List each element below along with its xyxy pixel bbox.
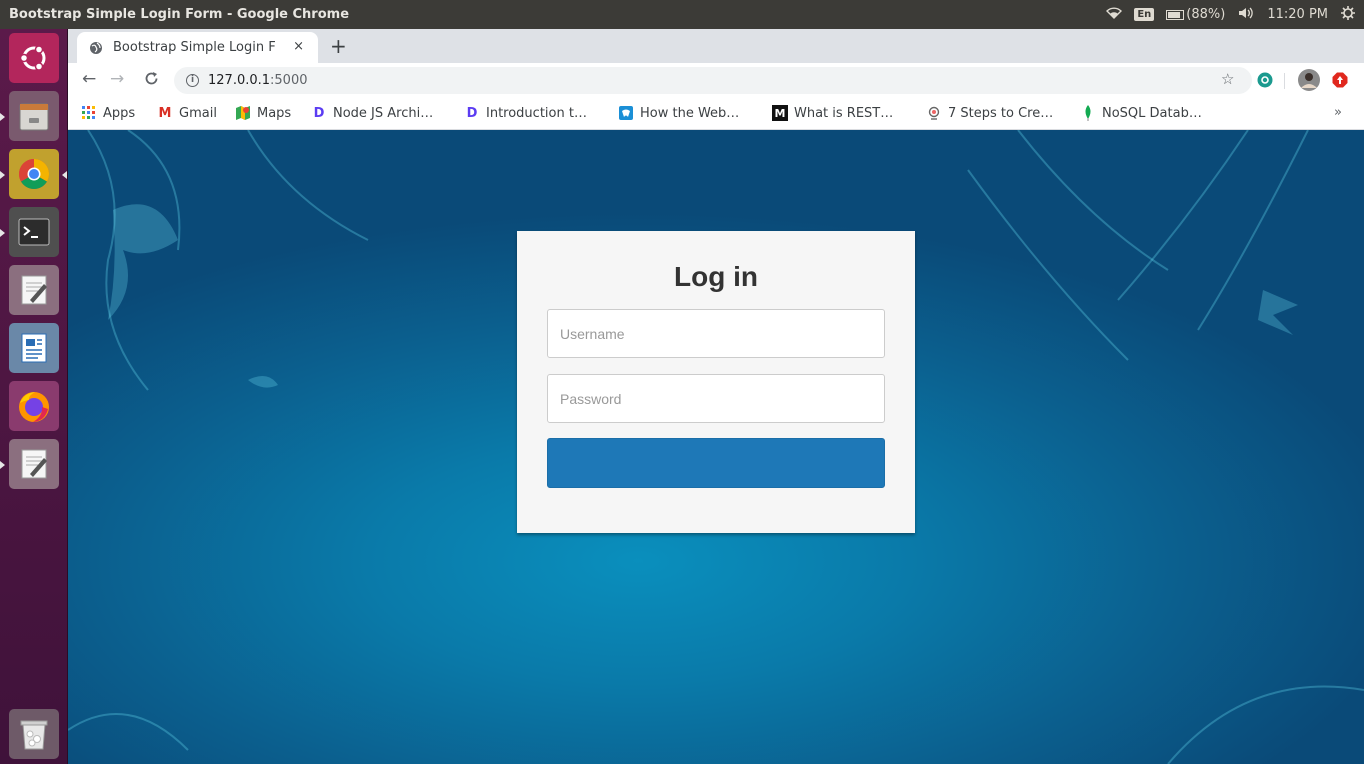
bookmark-label: What is REST… (794, 105, 894, 121)
bookmark-label: How the Web… (640, 105, 740, 121)
keyboard-layout-indicator[interactable]: En (1134, 8, 1155, 21)
bookmark-label: Apps (103, 105, 136, 121)
bookmark-label: 7 Steps to Cre… (948, 105, 1054, 121)
running-indicator (0, 461, 5, 469)
battery-icon (1166, 9, 1185, 20)
running-indicator (0, 229, 5, 237)
browser-toolbar: ← → i 127.0.0.1:5000 ☆ (68, 63, 1364, 98)
battery-indicator[interactable]: (88%) (1166, 7, 1225, 22)
battery-percent: (88%) (1186, 7, 1226, 22)
extension-icon[interactable] (1257, 72, 1273, 92)
libreoffice-writer-icon (21, 333, 47, 363)
volume-icon[interactable] (1237, 6, 1255, 24)
tab-strip: Bootstrap Simple Login F × + (68, 29, 1364, 63)
site-icon (618, 105, 634, 121)
text-editor-icon (21, 449, 47, 479)
launcher-firefox-button[interactable] (9, 381, 59, 431)
ubuntu-logo-icon (19, 45, 46, 71)
launcher-text-editor-button[interactable] (9, 265, 59, 315)
reload-icon[interactable] (144, 69, 159, 91)
bookmark-star-icon[interactable]: ☆ (1221, 70, 1234, 88)
bookmark-label: NoSQL Datab… (1102, 105, 1202, 121)
login-submit-button[interactable] (547, 438, 885, 488)
bookmark-apps[interactable]: Apps (81, 105, 135, 121)
tab-close-icon[interactable]: × (293, 39, 304, 54)
new-tab-button[interactable]: + (330, 34, 347, 58)
maps-icon (235, 105, 251, 121)
firefox-icon (19, 392, 49, 422)
page-background: Log in (68, 130, 1364, 764)
url-port: :5000 (270, 73, 308, 88)
medium-icon: M (772, 105, 788, 121)
bookmark-label: Introduction t… (486, 105, 587, 121)
tab-title: Bootstrap Simple Login F (113, 40, 276, 55)
url-host: 127.0.0.1 (208, 73, 271, 88)
browser-window: Bootstrap Simple Login F × + ← → i 127.0… (68, 29, 1364, 764)
back-arrow-icon[interactable]: ← (82, 69, 96, 89)
username-input[interactable] (547, 309, 885, 358)
gmail-icon: M (158, 105, 172, 121)
bookmark-7-steps[interactable]: 7 Steps to Cre… (926, 105, 1053, 121)
bookmark-label: Gmail (179, 105, 217, 121)
focused-indicator (62, 171, 67, 179)
terminal-icon (18, 218, 50, 246)
bookmark-label: Maps (257, 105, 292, 121)
window-title: Bootstrap Simple Login Form - Google Chr… (9, 7, 350, 22)
site-icon (926, 105, 942, 121)
text-editor-icon (21, 275, 47, 305)
bookmark-node-js[interactable]: D Node JS Archi… (311, 105, 434, 121)
trash-icon (20, 720, 48, 750)
password-input[interactable] (547, 374, 885, 423)
tab-active[interactable]: Bootstrap Simple Login F × (77, 32, 318, 63)
bookmark-label: Node JS Archi… (333, 105, 434, 121)
apps-grid-icon (81, 105, 97, 121)
running-indicator (0, 171, 5, 179)
launcher-terminal-button[interactable] (0, 207, 59, 257)
bookmarks-overflow-button[interactable]: » (1334, 105, 1342, 120)
launcher (0, 29, 68, 764)
launcher-chrome-button[interactable] (0, 149, 67, 199)
dev-icon: D (313, 105, 325, 121)
url-text: 127.0.0.1:5000 (208, 73, 308, 88)
wifi-icon[interactable] (1106, 6, 1123, 23)
bookmark-maps[interactable]: Maps (235, 105, 291, 121)
chrome-icon (18, 159, 50, 190)
launcher-files-button[interactable] (0, 91, 59, 141)
forward-arrow-icon[interactable]: → (110, 69, 124, 89)
launcher-text-editor-2-button[interactable] (0, 439, 59, 489)
clock[interactable]: 11:20 PM (1267, 7, 1328, 22)
bookmark-gmail[interactable]: M Gmail (157, 105, 217, 121)
mongodb-leaf-icon (1080, 105, 1096, 121)
dev-icon: D (466, 105, 478, 121)
bookmark-introduction[interactable]: D Introduction t… (464, 105, 587, 121)
launcher-trash-button[interactable] (9, 709, 59, 759)
address-bar[interactable]: i 127.0.0.1:5000 (174, 67, 1252, 94)
globe-icon (90, 41, 102, 54)
bookmarks-bar: Apps M Gmail Maps D Node JS Archi… D Int… (68, 98, 1364, 130)
profile-avatar[interactable] (1298, 69, 1320, 95)
toolbar-divider (1284, 73, 1285, 89)
bookmark-nosql[interactable]: NoSQL Datab… (1080, 105, 1202, 121)
login-card: Log in (517, 231, 915, 533)
bookmark-how-the-web[interactable]: How the Web… (618, 105, 739, 121)
login-title: Log in (674, 261, 758, 292)
top-panel: Bootstrap Simple Login Form - Google Chr… (0, 0, 1364, 29)
adblock-extension-icon[interactable] (1332, 72, 1348, 92)
launcher-writer-button[interactable] (9, 323, 59, 373)
power-gear-icon[interactable] (1340, 5, 1356, 25)
bookmark-what-is-rest[interactable]: M What is REST… (772, 105, 893, 121)
launcher-dash-button[interactable] (9, 33, 59, 83)
system-indicators: En (88%) 11:20 PM (1106, 0, 1356, 29)
file-cabinet-icon (19, 103, 49, 131)
site-info-icon[interactable]: i (186, 74, 199, 87)
running-indicator (0, 113, 5, 121)
